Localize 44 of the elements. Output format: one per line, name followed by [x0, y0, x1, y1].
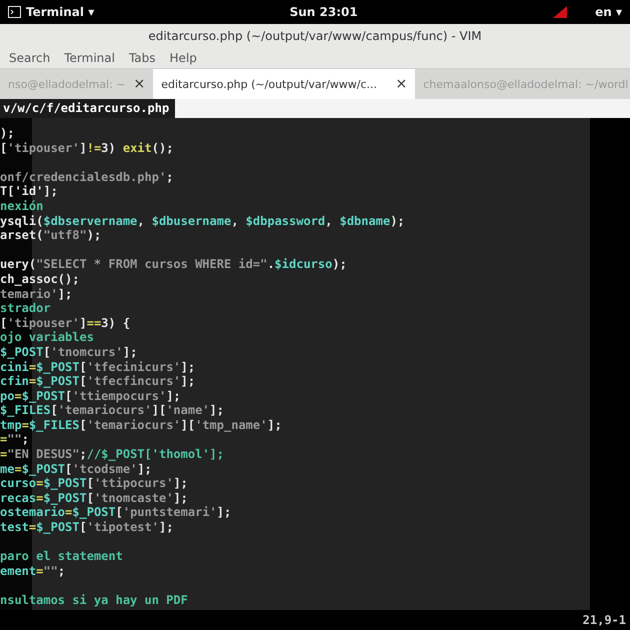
- code-line: tmp=$_FILES['temariocurs']['tmp_name'];: [0, 418, 282, 432]
- code-line: ch_assoc();: [0, 272, 80, 286]
- menu-item[interactable]: Help: [170, 51, 197, 65]
- code-line: ['tipouser']==3) {: [0, 316, 130, 330]
- code-line: arset("utf8");: [0, 228, 102, 242]
- code-line: ="EN DESUS";//$_POST['thomol'];: [0, 447, 224, 462]
- close-icon[interactable]: ×: [134, 76, 146, 92]
- code-line: temario'];: [0, 286, 72, 301]
- close-icon[interactable]: ×: [396, 76, 408, 92]
- code-line: me=$_POST['tcodsme'];: [0, 462, 152, 476]
- code-line: uery("SELECT * FROM cursos WHERE id=".$idcurso);: [0, 257, 347, 272]
- terminal-icon: [8, 6, 21, 18]
- code-line: $_FILES['temariocurs']['name'];: [0, 403, 224, 418]
- code-line: strador: [0, 301, 51, 316]
- code-line: ement="";: [0, 564, 66, 578]
- code-line: paro el statement: [0, 549, 123, 564]
- code-line: ="";: [0, 432, 29, 446]
- code-line: test=$_POST['tipotest'];: [0, 520, 174, 534]
- window-title: editarcurso.php (~/output/var/www/campus/func) - VIM: [0, 24, 630, 48]
- code-line: ojo variables: [0, 330, 94, 344]
- menu-item[interactable]: Tabs: [128, 51, 156, 65]
- code-line: );: [0, 126, 14, 140]
- terminal-tab[interactable]: editarcurso.php (~/output/var/www/c... ×: [153, 69, 416, 99]
- code-line: ysqli($dbservername, $dbusername, $dbpassword, $dbname);: [0, 214, 405, 228]
- code-line: curso=$_POST['ttipocurs'];: [0, 476, 188, 490]
- menu-item[interactable]: Terminal: [64, 51, 115, 65]
- code-line: ostemario=$_POST['puntstemari'];: [0, 505, 232, 520]
- clock: Sun 23:01: [290, 5, 358, 19]
- code-line: nexión: [0, 198, 44, 213]
- code-line: T['id'];: [0, 184, 58, 198]
- language-menu[interactable]: en ▾: [595, 5, 622, 19]
- menu-item[interactable]: Search: [9, 51, 50, 65]
- code-line: recas=$_POST['tnomcaste'];: [0, 490, 188, 505]
- code-line: onf/credencialesdb.php';: [0, 170, 174, 184]
- code-line: cini=$_POST['tfecinicurs'];: [0, 360, 196, 374]
- cursor-position: 21,9-1: [582, 613, 626, 627]
- app-menu[interactable]: Terminal ▾: [8, 5, 94, 19]
- vim-tab[interactable]: v/w/c/f/editarcurso.php: [0, 99, 176, 118]
- code-line: nsultamos si ya hay un PDF: [0, 593, 188, 607]
- code-line: $_POST['tnomcurs'];: [0, 344, 138, 359]
- code-line: po=$_POST['ttiempocurs'];: [0, 388, 181, 403]
- network-icon[interactable]: [553, 6, 568, 18]
- code-line: ['tipouser']!=3) exit();: [0, 140, 174, 155]
- code-line: cfin=$_POST['tfecfincurs'];: [0, 374, 196, 388]
